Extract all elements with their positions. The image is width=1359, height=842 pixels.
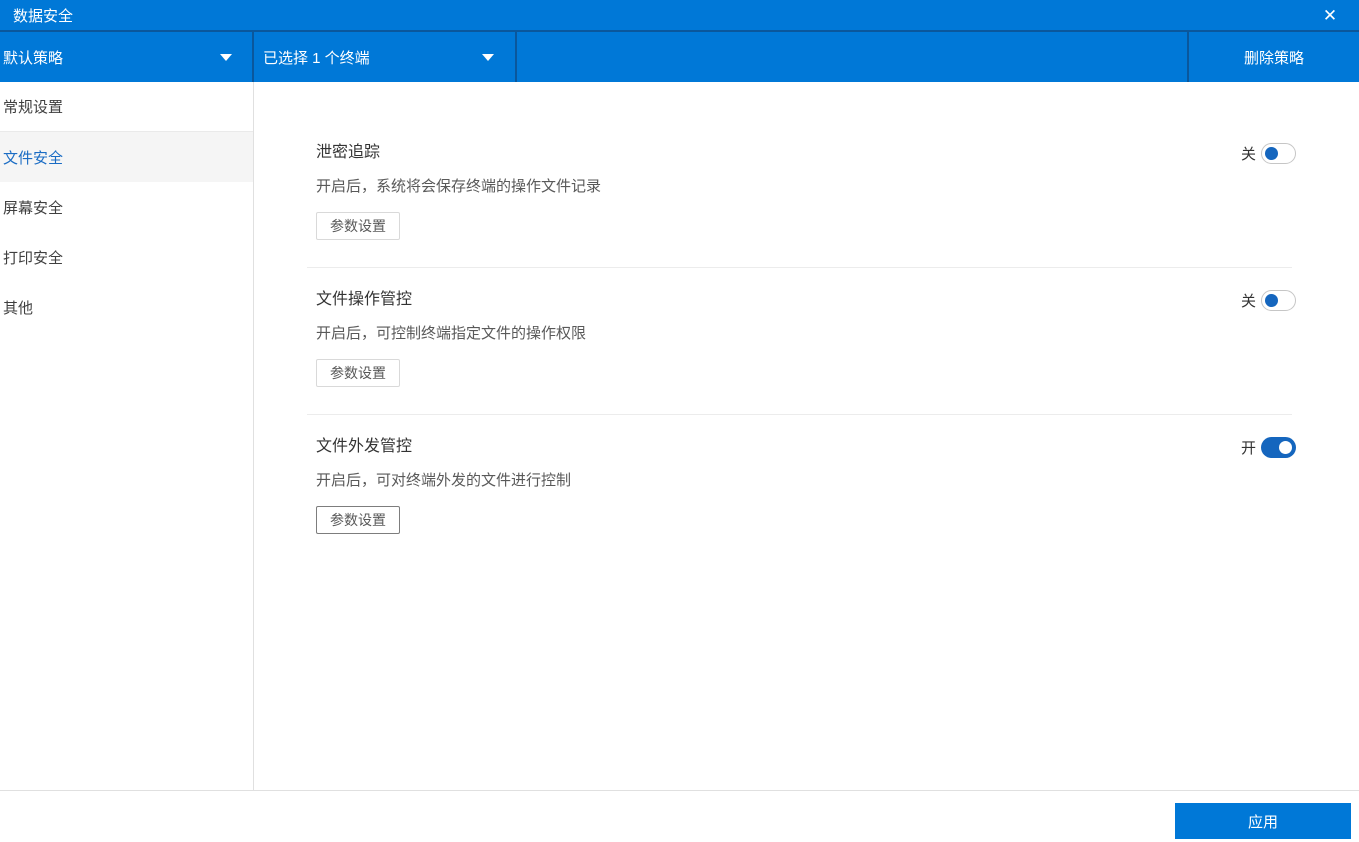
toggle-row: 关 [1241,143,1296,164]
chevron-down-icon [220,53,232,61]
setting-section-file-outgoing-control: 文件外发管控 开 开启后，可对终端外发的文件进行控制 参数设置 [316,437,1296,534]
toggle-state-label: 开 [1240,440,1256,457]
titlebar: 数据安全 ✕ [0,0,1359,30]
section-divider [307,267,1292,268]
setting-description: 开启后，可对终端外发的文件进行控制 [316,472,572,489]
sidebar-item-other[interactable]: 其他 [0,282,253,332]
sidebar-item-screen-security[interactable]: 屏幕安全 [0,182,253,232]
policy-dropdown[interactable]: 默认策略 [0,32,254,82]
terminal-dropdown-label: 已选择 1 个终端 [263,49,370,67]
toggle-row: 关 [1241,290,1296,311]
sidebar-item-general-settings[interactable]: 常规设置 [0,82,253,132]
param-settings-button[interactable]: 参数设置 [316,212,400,240]
sidebar-item-label: 文件安全 [3,149,64,167]
sidebar-item-label: 常规设置 [3,99,64,116]
leak-tracking-toggle[interactable] [1261,143,1296,164]
window-title: 数据安全 [13,7,74,25]
sidebar-item-label: 其他 [3,299,34,317]
toggle-row: 开 [1241,437,1296,458]
setting-description: 开启后，系统将会保存终端的操作文件记录 [316,178,602,195]
sidebar: 常规设置 文件安全 屏幕安全 打印安全 其他 [0,82,254,790]
sidebar-item-file-security[interactable]: 文件安全 [0,132,253,182]
section-divider [307,414,1292,415]
param-settings-button[interactable]: 参数设置 [316,359,400,387]
chevron-down-icon [482,53,494,61]
file-outgoing-control-toggle[interactable] [1261,437,1296,458]
close-icon: ✕ [1322,5,1338,25]
param-settings-button[interactable]: 参数设置 [316,506,400,534]
setting-section-leak-tracking: 泄密追踪 关 开启后，系统将会保存终端的操作文件记录 参数设置 [316,143,1296,240]
toggle-knob [1265,147,1278,160]
setting-description: 开启后，可控制终端指定文件的操作权限 [316,325,587,342]
footer: 应用 [0,790,1359,842]
setting-section-file-operation-control: 文件操作管控 关 开启后，可控制终端指定文件的操作权限 参数设置 [316,290,1296,387]
apply-button[interactable]: 应用 [1175,803,1351,839]
policy-dropdown-label: 默认策略 [3,49,64,67]
toggle-state-label: 关 [1240,293,1256,310]
setting-title: 文件外发管控 [316,438,413,455]
setting-title: 泄密追踪 [316,144,381,161]
sidebar-item-label: 打印安全 [3,249,64,267]
toggle-state-label: 关 [1240,146,1256,163]
settings-panel: 泄密追踪 关 开启后，系统将会保存终端的操作文件记录 参数设置 文件操作管控 关… [254,82,1359,790]
toggle-knob [1265,294,1278,307]
data-security-window: 数据安全 ✕ 默认策略 已选择 1 个终端 删除策略 常规设置 文件安全 屏幕安… [0,0,1359,842]
toggle-knob [1279,441,1292,454]
setting-title: 文件操作管控 [316,291,413,308]
sidebar-item-label: 屏幕安全 [3,199,64,217]
delete-policy-button[interactable]: 删除策略 [1187,32,1359,82]
file-operation-control-toggle[interactable] [1261,290,1296,311]
terminal-dropdown[interactable]: 已选择 1 个终端 [254,32,517,82]
close-button[interactable]: ✕ [1311,0,1349,30]
body: 常规设置 文件安全 屏幕安全 打印安全 其他 泄密追踪 关 开启后，系统将会保存… [0,82,1359,790]
sidebar-item-print-security[interactable]: 打印安全 [0,232,253,282]
toolbar: 默认策略 已选择 1 个终端 删除策略 [0,30,1359,82]
